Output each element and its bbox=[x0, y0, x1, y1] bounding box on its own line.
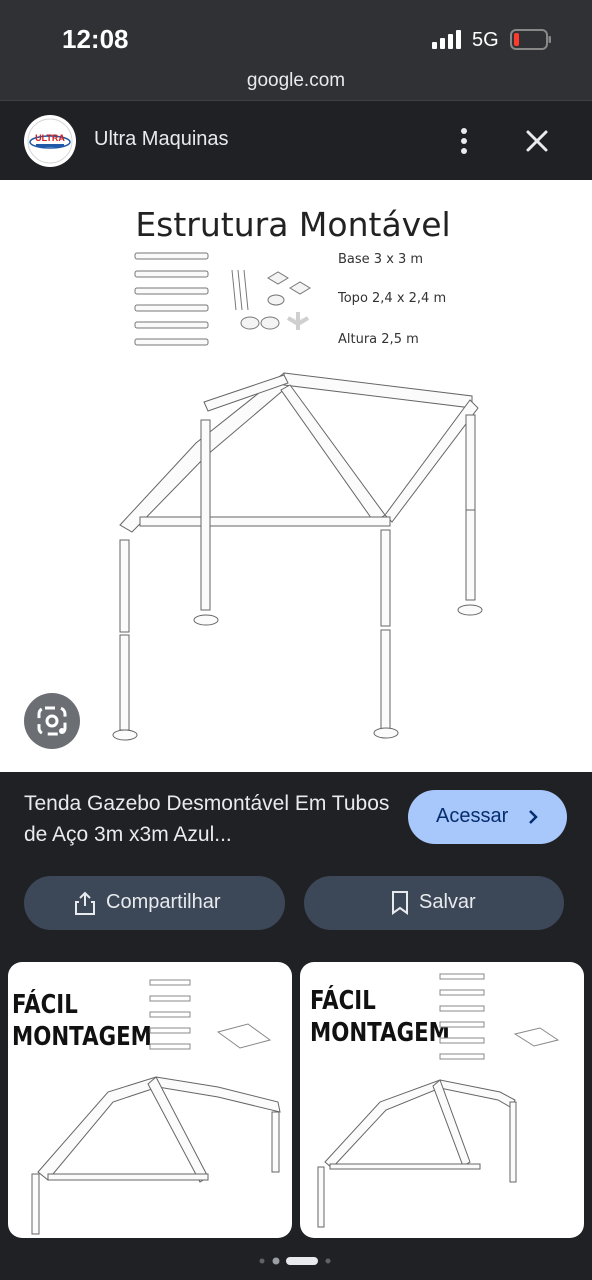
bookmark-icon bbox=[392, 891, 408, 915]
parts-tubes bbox=[134, 252, 209, 346]
image-search-lens-icon[interactable] bbox=[24, 693, 80, 749]
close-icon[interactable] bbox=[520, 124, 554, 158]
save-label: Salvar bbox=[419, 891, 476, 913]
chevron-right-icon bbox=[529, 810, 538, 824]
save-button[interactable]: Salvar bbox=[304, 876, 564, 930]
related-image-1[interactable]: FÁCIL MONTAGEM bbox=[8, 962, 292, 1238]
result-caption[interactable]: Tenda Gazebo Desmontável Em Tubos de Aço… bbox=[24, 788, 396, 850]
url-text[interactable]: google.com bbox=[0, 70, 592, 92]
visit-button-label: Acessar bbox=[436, 805, 509, 827]
gazebo-frame bbox=[112, 372, 483, 741]
parts-connectors bbox=[231, 269, 311, 330]
source-logo: ULTRA bbox=[24, 115, 76, 167]
network-type: 5G bbox=[472, 29, 499, 51]
source-header bbox=[0, 100, 592, 181]
main-image[interactable]: Estrutura Montável Base 3 x 3 m Topo 2,4… bbox=[0, 180, 592, 772]
share-icon bbox=[75, 891, 95, 915]
related-image-2[interactable]: FÁCIL MONTAGEM bbox=[300, 962, 584, 1238]
status-bar: 12:08 5G google.com bbox=[0, 0, 592, 100]
signal-icon bbox=[432, 30, 461, 49]
status-time: 12:08 bbox=[62, 24, 129, 54]
visit-button[interactable]: Acessar bbox=[408, 790, 567, 844]
page-indicator bbox=[259, 1257, 331, 1265]
battery-icon bbox=[510, 29, 551, 50]
share-label: Compartilhar bbox=[106, 891, 221, 913]
source-name[interactable]: Ultra Maquinas bbox=[94, 128, 229, 151]
more-vert-icon[interactable] bbox=[452, 125, 476, 157]
spec-top: Topo 2,4 x 2,4 m bbox=[337, 291, 446, 306]
share-button[interactable]: Compartilhar bbox=[24, 876, 285, 930]
svg-text:ULTRA: ULTRA bbox=[35, 133, 65, 143]
spec-height: Altura 2,5 m bbox=[338, 332, 419, 347]
image-title: Estrutura Montável bbox=[135, 205, 450, 244]
spec-base: Base 3 x 3 m bbox=[338, 252, 423, 267]
